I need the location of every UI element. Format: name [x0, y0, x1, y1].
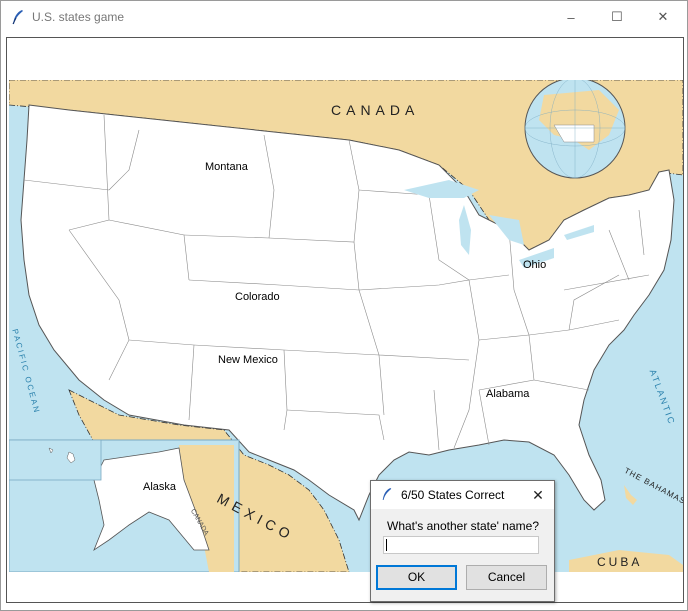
dialog-close-button[interactable]: ✕ — [528, 485, 548, 505]
feather-icon — [12, 10, 23, 25]
text-cursor — [386, 539, 387, 551]
close-icon: ✕ — [532, 487, 544, 503]
window-title: U.S. states game — [32, 10, 125, 24]
state-label-alaska: Alaska — [143, 481, 177, 493]
app-window: U.S. states game – ☐ ✕ CANADA MEXICO CUB… — [0, 0, 688, 611]
map-canvas[interactable]: CANADA MEXICO CUBA THE BAHAMAS ATLANTIC … — [6, 37, 684, 603]
dialog-title: 6/50 States Correct — [401, 488, 505, 502]
state-label-alabama: Alabama — [486, 388, 530, 400]
maximize-icon: ☐ — [611, 9, 623, 24]
state-label-new-mexico: New Mexico — [218, 354, 278, 366]
cancel-button[interactable]: Cancel — [466, 565, 547, 590]
state-label-ohio: Ohio — [523, 259, 547, 271]
state-input-dialog: 6/50 States Correct ✕ What's another sta… — [370, 480, 555, 602]
feather-icon — [382, 488, 392, 500]
minimize-icon: – — [567, 9, 575, 25]
minimize-button[interactable]: – — [548, 1, 594, 33]
state-label-colorado: Colorado — [235, 291, 280, 303]
close-icon: ✕ — [657, 9, 669, 24]
dialog-prompt: What's another state' name? — [387, 519, 539, 533]
title-bar[interactable]: U.S. states game – ☐ ✕ — [1, 1, 687, 34]
state-label-montana: Montana — [205, 161, 248, 173]
ok-button[interactable]: OK — [376, 565, 457, 590]
us-map — [9, 80, 683, 572]
state-name-input[interactable] — [383, 536, 539, 554]
canada-label: CANADA — [331, 102, 420, 118]
dialog-title-bar[interactable]: 6/50 States Correct ✕ — [371, 481, 554, 509]
maximize-button[interactable]: ☐ — [594, 1, 640, 33]
close-button[interactable]: ✕ — [640, 1, 686, 33]
cuba-label: CUBA — [597, 555, 643, 569]
